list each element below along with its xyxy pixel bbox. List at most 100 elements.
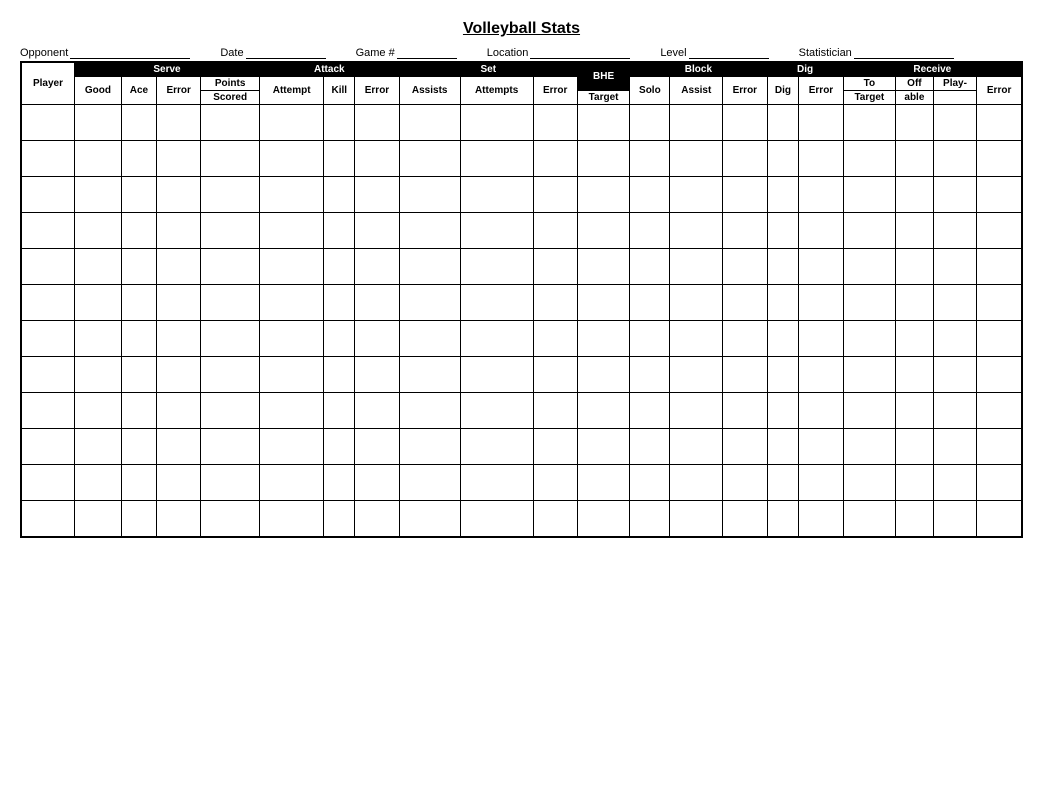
table-cell bbox=[723, 141, 767, 177]
dig-header2: Dig bbox=[767, 77, 799, 105]
table-cell bbox=[843, 321, 895, 357]
table-cell bbox=[977, 321, 1022, 357]
location-field: Location bbox=[487, 46, 631, 59]
table-cell bbox=[767, 393, 799, 429]
location-label: Location bbox=[487, 47, 529, 59]
table-row bbox=[21, 321, 1022, 357]
table-cell bbox=[324, 177, 355, 213]
table-cell bbox=[896, 357, 934, 393]
table-cell bbox=[355, 285, 399, 321]
table-cell bbox=[630, 105, 670, 141]
table-cell bbox=[933, 285, 977, 321]
table-cell bbox=[21, 357, 75, 393]
table-cell bbox=[121, 357, 156, 393]
table-cell bbox=[355, 141, 399, 177]
table-cell bbox=[933, 177, 977, 213]
table-cell bbox=[399, 357, 460, 393]
table-cell bbox=[121, 429, 156, 465]
table-cell bbox=[460, 465, 533, 501]
table-cell bbox=[767, 177, 799, 213]
table-cell bbox=[399, 141, 460, 177]
table-cell bbox=[355, 177, 399, 213]
ace-header: Ace bbox=[121, 77, 156, 105]
table-cell bbox=[324, 393, 355, 429]
table-cell bbox=[259, 321, 323, 357]
table-cell bbox=[767, 285, 799, 321]
error-serve-header: Error bbox=[157, 77, 201, 105]
to-target-header: To bbox=[843, 77, 895, 91]
kill-header: Kill bbox=[324, 77, 355, 105]
table-cell bbox=[355, 321, 399, 357]
table-cell bbox=[767, 501, 799, 537]
table-cell bbox=[201, 105, 260, 141]
table-cell bbox=[201, 501, 260, 537]
table-cell bbox=[324, 249, 355, 285]
solo-header: Solo bbox=[630, 77, 670, 105]
table-cell bbox=[533, 285, 577, 321]
table-cell bbox=[843, 429, 895, 465]
table-cell bbox=[670, 321, 723, 357]
opponent-field: Opponent bbox=[20, 46, 190, 59]
table-cell bbox=[21, 213, 75, 249]
table-cell bbox=[399, 249, 460, 285]
table-cell bbox=[460, 393, 533, 429]
attack-header: Attack bbox=[259, 62, 399, 77]
table-cell bbox=[259, 393, 323, 429]
table-cell bbox=[630, 249, 670, 285]
table-cell bbox=[630, 141, 670, 177]
table-cell bbox=[533, 249, 577, 285]
table-cell bbox=[201, 465, 260, 501]
table-row bbox=[21, 465, 1022, 501]
table-cell bbox=[75, 105, 122, 141]
table-cell bbox=[977, 249, 1022, 285]
statistician-field: Statistician bbox=[799, 46, 954, 59]
table-cell bbox=[259, 501, 323, 537]
table-cell bbox=[259, 105, 323, 141]
assists-header: Assists bbox=[399, 77, 460, 105]
table-cell bbox=[355, 429, 399, 465]
table-cell bbox=[121, 501, 156, 537]
table-cell bbox=[157, 465, 201, 501]
table-cell bbox=[630, 501, 670, 537]
table-cell bbox=[977, 393, 1022, 429]
table-cell bbox=[630, 321, 670, 357]
table-cell bbox=[670, 177, 723, 213]
table-cell bbox=[723, 465, 767, 501]
table-cell bbox=[121, 249, 156, 285]
table-cell bbox=[843, 213, 895, 249]
table-cell bbox=[799, 321, 843, 357]
table-cell bbox=[896, 213, 934, 249]
table-cell bbox=[723, 393, 767, 429]
table-cell bbox=[324, 321, 355, 357]
section-header-row: Player Serve Attack Set BHE Block Dig Re… bbox=[21, 62, 1022, 77]
table-cell bbox=[201, 285, 260, 321]
table-cell bbox=[355, 465, 399, 501]
table-cell bbox=[460, 429, 533, 465]
table-cell bbox=[799, 465, 843, 501]
table-cell bbox=[577, 321, 629, 357]
table-cell bbox=[670, 429, 723, 465]
table-cell bbox=[799, 285, 843, 321]
table-row bbox=[21, 141, 1022, 177]
table-cell bbox=[670, 501, 723, 537]
table-cell bbox=[157, 321, 201, 357]
attempt-header: Attempt bbox=[259, 77, 323, 105]
table-cell bbox=[933, 393, 977, 429]
table-cell bbox=[533, 393, 577, 429]
table-cell bbox=[977, 501, 1022, 537]
table-cell bbox=[630, 357, 670, 393]
table-cell bbox=[577, 105, 629, 141]
table-cell bbox=[577, 393, 629, 429]
table-cell bbox=[157, 429, 201, 465]
table-cell bbox=[75, 141, 122, 177]
table-cell bbox=[259, 249, 323, 285]
table-cell bbox=[933, 321, 977, 357]
table-cell bbox=[21, 465, 75, 501]
table-cell bbox=[157, 357, 201, 393]
table-cell bbox=[533, 429, 577, 465]
error-set-header: Error bbox=[533, 77, 577, 105]
table-cell bbox=[896, 177, 934, 213]
table-cell bbox=[577, 501, 629, 537]
table-cell bbox=[460, 501, 533, 537]
table-cell bbox=[799, 105, 843, 141]
